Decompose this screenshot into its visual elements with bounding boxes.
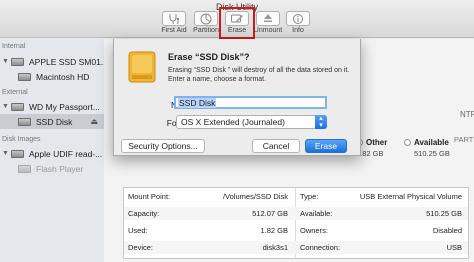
- disclosure-triangle-icon[interactable]: ▼: [2, 58, 9, 65]
- info-value: /Volumes/SSD Disk: [222, 192, 288, 201]
- sidebar: Internal ▼ APPLE SSD SM01... Macintosh H…: [0, 39, 104, 262]
- name-field[interactable]: SSD Disk: [174, 96, 327, 109]
- table-row: Used: 1.82 GB Owners: Disabled: [124, 224, 468, 237]
- sidebar-item-label: Macintosh HD: [36, 71, 90, 82]
- sidebar-section-external: External: [2, 89, 28, 96]
- name-field-value: SSD Disk: [178, 98, 217, 108]
- sidebar-item-label: Flash Player: [36, 163, 84, 174]
- sidebar-item-wd-passport[interactable]: ▼ WD My Passport...: [0, 99, 104, 114]
- legend-dot: [404, 139, 411, 146]
- cancel-button[interactable]: Cancel: [252, 139, 300, 153]
- filesystem-text: NTFS): [460, 110, 474, 119]
- info-table: Mount Point: /Volumes/SSD Disk Type: USB…: [123, 187, 469, 259]
- dialog-message: Erasing “SSD Disk ” will destroy of all …: [168, 67, 350, 83]
- first-aid-label: First Aid: [161, 27, 187, 34]
- info-key: Type:: [300, 192, 319, 201]
- info-value: USB External Physical Volume: [359, 192, 462, 201]
- eject-icon[interactable]: ⏏: [90, 117, 98, 126]
- security-options-button[interactable]: Security Options...: [121, 139, 205, 153]
- sidebar-item-label: WD My Passport...: [29, 101, 100, 112]
- info-value: 512.07 GB: [252, 209, 288, 218]
- volume-icon: [18, 72, 31, 81]
- stat-available: Available 510.25 GB: [404, 138, 450, 158]
- disk-image-icon: [11, 149, 24, 158]
- partition-text: PARTITION: [454, 135, 474, 144]
- sidebar-item-label: Apple UDIF read-...: [29, 148, 103, 159]
- info-key: Used:: [128, 226, 148, 235]
- info-key: Connection:: [300, 243, 341, 252]
- sidebar-section-internal: Internal: [2, 43, 26, 50]
- disk-icon: [11, 57, 24, 66]
- first-aid-button[interactable]: First Aid: [158, 11, 190, 34]
- info-value: USB: [446, 243, 462, 252]
- external-drive-icon: [128, 51, 156, 85]
- disclosure-triangle-icon[interactable]: ▼: [2, 103, 9, 110]
- erase-label: Erase: [227, 27, 247, 34]
- sidebar-item-apple-ssd[interactable]: ▼ APPLE SSD SM01...: [0, 54, 104, 69]
- table-row: Device: disk3s1 Connection: USB: [124, 241, 468, 254]
- info-label: Info: [292, 27, 304, 34]
- dialog-title: Erase “SSD Disk”?: [168, 52, 250, 62]
- info-value: disk3s1: [262, 243, 288, 252]
- unmount-button[interactable]: Unmount: [252, 11, 284, 34]
- info-key: Device:: [128, 243, 154, 252]
- info-button[interactable]: Info: [282, 11, 314, 34]
- stat-label: Other: [366, 138, 388, 147]
- volume-icon: [18, 164, 31, 173]
- partition-label: Partition: [193, 27, 219, 34]
- sidebar-item-flash-player[interactable]: Flash Player: [0, 161, 104, 176]
- disk-icon: [11, 102, 24, 111]
- unmount-icon: [256, 11, 280, 26]
- info-value: 510.25 GB: [426, 209, 462, 218]
- sidebar-item-ssd-disk[interactable]: SSD Disk ⏏: [0, 114, 104, 129]
- stat-value: 510.25 GB: [414, 149, 450, 158]
- info-value: Disabled: [432, 226, 462, 235]
- unmount-label: Unmount: [253, 27, 283, 34]
- partition-icon: [194, 11, 218, 26]
- info-key: Available:: [300, 209, 333, 218]
- sidebar-item-macintosh-hd[interactable]: Macintosh HD: [0, 69, 104, 84]
- erase-confirm-button[interactable]: Erase: [305, 139, 347, 153]
- format-select[interactable]: OS X Extended (Journaled) ▴ ▾: [176, 115, 327, 129]
- chevron-updown-icon: ▴ ▾: [315, 115, 327, 129]
- partition-button[interactable]: Partition: [190, 11, 222, 34]
- info-key: Owners:: [300, 226, 328, 235]
- sidebar-item-label: SSD Disk: [36, 116, 73, 127]
- info-key: Mount Point:: [128, 192, 171, 201]
- sidebar-item-label: APPLE SSD SM01...: [29, 56, 104, 67]
- table-row: Mount Point: /Volumes/SSD Disk Type: USB…: [124, 190, 468, 203]
- info-key: Capacity:: [128, 209, 160, 218]
- erase-button[interactable]: Erase: [219, 7, 255, 39]
- stethoscope-icon: [162, 11, 186, 26]
- erase-icon: [225, 11, 249, 26]
- info-value: 1.82 GB: [260, 226, 288, 235]
- toolbar: Disk Utility First Aid Partition Erase U…: [0, 0, 474, 39]
- disclosure-triangle-icon[interactable]: ▼: [2, 150, 9, 157]
- stat-label: Available: [414, 138, 449, 147]
- table-row: Capacity: 512.07 GB Available: 510.25 GB: [124, 207, 468, 220]
- volume-icon: [18, 117, 31, 126]
- sidebar-item-apple-udif[interactable]: ▼ Apple UDIF read-...: [0, 146, 104, 161]
- info-icon: [286, 11, 310, 26]
- sidebar-section-disk-images: Disk Images: [2, 136, 41, 143]
- format-select-value: OS X Extended (Journaled): [181, 117, 285, 127]
